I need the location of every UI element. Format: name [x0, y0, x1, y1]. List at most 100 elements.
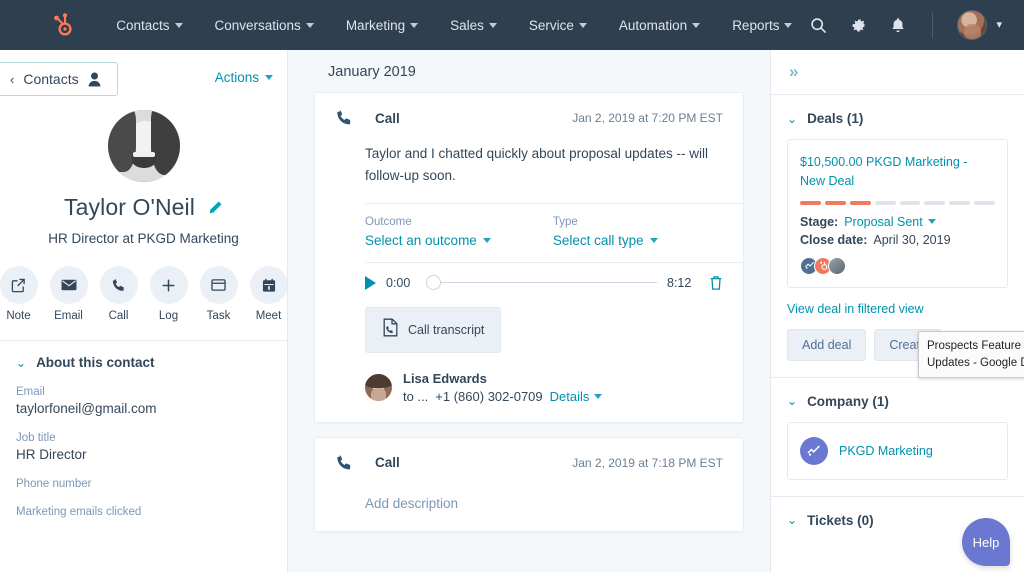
- chevron-down-icon: [579, 23, 587, 28]
- scrubber-knob[interactable]: [426, 275, 441, 290]
- help-button[interactable]: Help: [962, 518, 1010, 566]
- nav-item-contacts[interactable]: Contacts: [100, 12, 198, 39]
- field-value[interactable]: HR Director: [16, 447, 269, 462]
- progress-segment: [949, 201, 970, 205]
- timeline-card-call-1: Call Jan 2, 2019 at 7:20 PM EST Taylor a…: [314, 92, 744, 423]
- right-sidebar-header: »: [771, 50, 1024, 95]
- view-deal-filtered-link[interactable]: View deal in filtered view: [787, 302, 1008, 316]
- company-logo-icon: [800, 437, 828, 465]
- trash-icon[interactable]: [709, 275, 723, 291]
- right-sidebar: » ⌄ Deals (1) $10,500.00 PKGD Marketing …: [770, 50, 1024, 572]
- nav-item-service[interactable]: Service: [513, 12, 603, 39]
- field-job-title: Job title HR Director: [16, 432, 269, 462]
- gear-icon[interactable]: [848, 15, 868, 35]
- about-section-header[interactable]: ⌄ About this contact: [16, 355, 269, 370]
- contact-sidebar: ‹ Contacts Actions: [0, 50, 288, 572]
- double-chevron-right-icon[interactable]: »: [789, 62, 796, 81]
- browser-tooltip: Prospects Feature Page Updates - Google …: [918, 331, 1024, 378]
- bell-icon[interactable]: [888, 15, 908, 35]
- outcome-label: Outcome: [365, 216, 491, 228]
- actions-label: Actions: [215, 70, 259, 85]
- deal-card: $10,500.00 PKGD Marketing - New Deal Sta…: [787, 139, 1008, 288]
- quick-action-email[interactable]: Email: [50, 266, 88, 322]
- company-name-link[interactable]: PKGD Marketing: [839, 444, 933, 458]
- outcome-select[interactable]: Select an outcome: [365, 233, 491, 248]
- outcome-value: Select an outcome: [365, 233, 477, 248]
- play-icon[interactable]: [365, 276, 376, 290]
- pencil-icon[interactable]: [207, 200, 223, 216]
- caret-down-icon: [594, 394, 602, 399]
- nav-label: Service: [529, 18, 574, 33]
- add-description-link[interactable]: Add description: [315, 472, 743, 531]
- actions-dropdown[interactable]: Actions: [215, 62, 273, 85]
- nav-label: Reports: [732, 18, 779, 33]
- progress-segment: [974, 201, 995, 205]
- phone-icon: [335, 109, 353, 127]
- nav-utility-icons: ▾: [808, 10, 1002, 40]
- plus-icon: [150, 266, 188, 304]
- chevron-down-icon: [306, 23, 314, 28]
- company-card[interactable]: PKGD Marketing: [787, 422, 1008, 480]
- field-label: Email: [16, 386, 269, 398]
- details-dropdown[interactable]: Details: [550, 389, 603, 404]
- card-timestamp: Jan 2, 2019 at 7:18 PM EST: [572, 456, 723, 470]
- nav-label: Automation: [619, 18, 687, 33]
- person-avatar-icon[interactable]: [828, 257, 846, 275]
- nav-label: Sales: [450, 18, 484, 33]
- back-to-contacts-button[interactable]: ‹ Contacts: [0, 62, 118, 96]
- quick-action-log[interactable]: Log: [150, 266, 188, 322]
- deal-name-link[interactable]: $10,500.00 PKGD Marketing - New Deal: [800, 153, 995, 191]
- nav-item-marketing[interactable]: Marketing: [330, 12, 434, 39]
- nav-item-automation[interactable]: Automation: [603, 12, 716, 39]
- nav-item-conversations[interactable]: Conversations: [199, 12, 330, 39]
- note-edit-icon: [0, 266, 38, 304]
- avatar: [957, 10, 987, 40]
- back-label: Contacts: [23, 71, 78, 87]
- stage-dropdown[interactable]: Proposal Sent: [844, 215, 936, 229]
- user-avatar-menu[interactable]: ▾: [957, 10, 1002, 40]
- nav-item-sales[interactable]: Sales: [434, 12, 513, 39]
- contact-subtitle: HR Director at PKGD Marketing: [18, 231, 269, 246]
- card-body: Taylor and I chatted quickly about propo…: [315, 127, 743, 187]
- progress-segment: [825, 201, 846, 205]
- scrubber-track[interactable]: [441, 282, 657, 284]
- calendar-icon: [250, 266, 288, 304]
- participant-to: to ...: [403, 389, 428, 404]
- quick-action-call[interactable]: Call: [100, 266, 138, 322]
- quick-action-task[interactable]: Task: [200, 266, 238, 322]
- activity-timeline: January 2019 Call Jan 2, 2019 at 7:20 PM…: [288, 50, 770, 572]
- transcript-label: Call transcript: [408, 323, 484, 337]
- progress-segment: [850, 201, 871, 205]
- call-transcript-button[interactable]: Call transcript: [365, 307, 501, 353]
- quick-action-meet[interactable]: Meet: [250, 266, 288, 322]
- call-transcript-icon: [382, 318, 399, 342]
- quick-action-label: Task: [200, 310, 238, 322]
- deal-associations: [800, 257, 995, 275]
- nav-label: Marketing: [346, 18, 405, 33]
- hubspot-sprocket-icon[interactable]: [48, 10, 74, 40]
- phone-icon: [335, 454, 353, 472]
- progress-segment: [924, 201, 945, 205]
- card-header: Call Jan 2, 2019 at 7:18 PM EST: [315, 438, 743, 472]
- timeline-month-label: January 2019: [314, 50, 744, 92]
- chevron-down-icon: ⌄: [787, 113, 797, 125]
- caret-down-icon: [265, 75, 273, 80]
- call-meta-row: Outcome Select an outcome Type Select ca…: [315, 204, 743, 248]
- add-deal-button[interactable]: Add deal: [787, 329, 866, 361]
- quick-action-note[interactable]: Note: [0, 266, 38, 322]
- envelope-icon: [50, 266, 88, 304]
- section-title: About this contact: [36, 355, 155, 370]
- call-participant: Lisa Edwards to ... +1 (860) 302-0709 De…: [315, 353, 743, 422]
- call-type-select[interactable]: Select call type: [553, 233, 658, 248]
- nav-item-reports[interactable]: Reports: [716, 12, 808, 39]
- company-section-header[interactable]: ⌄ Company (1): [787, 394, 1008, 409]
- deals-section-header[interactable]: ⌄ Deals (1): [787, 111, 1008, 126]
- card-title: Call: [375, 455, 400, 470]
- deal-close-date-row: Close date: April 30, 2019: [800, 233, 995, 247]
- hubspot-crm-app: Contacts Conversations Marketing Sales S…: [0, 0, 1024, 572]
- search-icon[interactable]: [808, 15, 828, 35]
- audio-scrubber[interactable]: [426, 275, 657, 291]
- main-menu: Contacts Conversations Marketing Sales S…: [100, 12, 808, 39]
- field-value[interactable]: taylorfoneil@gmail.com: [16, 401, 269, 416]
- card-title: Call: [375, 111, 400, 126]
